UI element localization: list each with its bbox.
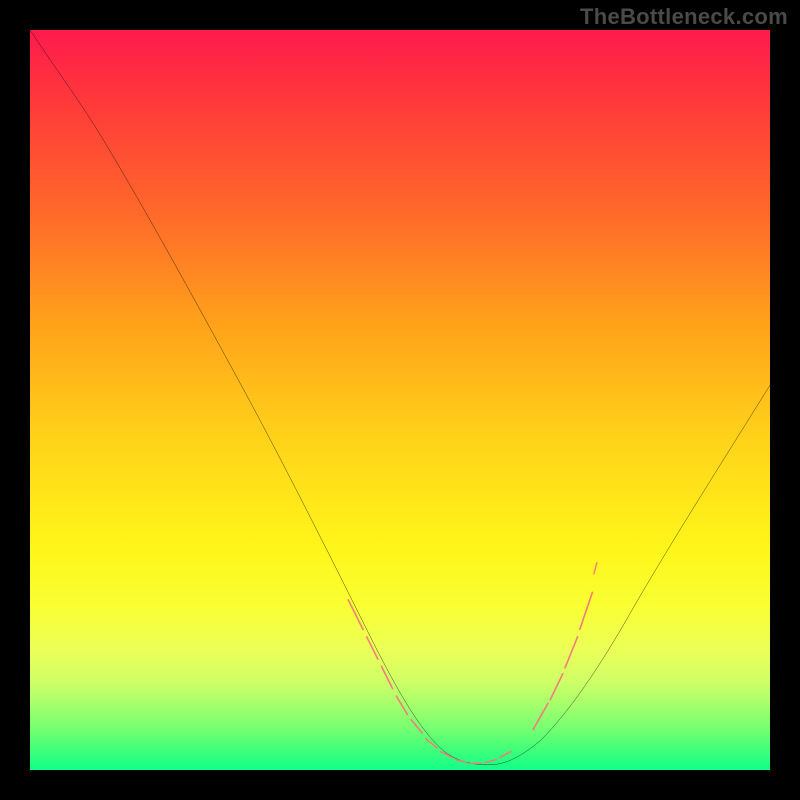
- highlight-markers-left: [348, 600, 452, 758]
- highlight-tick: [594, 563, 597, 574]
- watermark-text: TheBottleneck.com: [580, 4, 788, 30]
- highlight-markers-bottom: [456, 752, 512, 764]
- marker-layer: [30, 30, 770, 770]
- highlight-markers-right: [533, 592, 592, 729]
- plot-area: [30, 30, 770, 770]
- chart-frame: TheBottleneck.com: [0, 0, 800, 800]
